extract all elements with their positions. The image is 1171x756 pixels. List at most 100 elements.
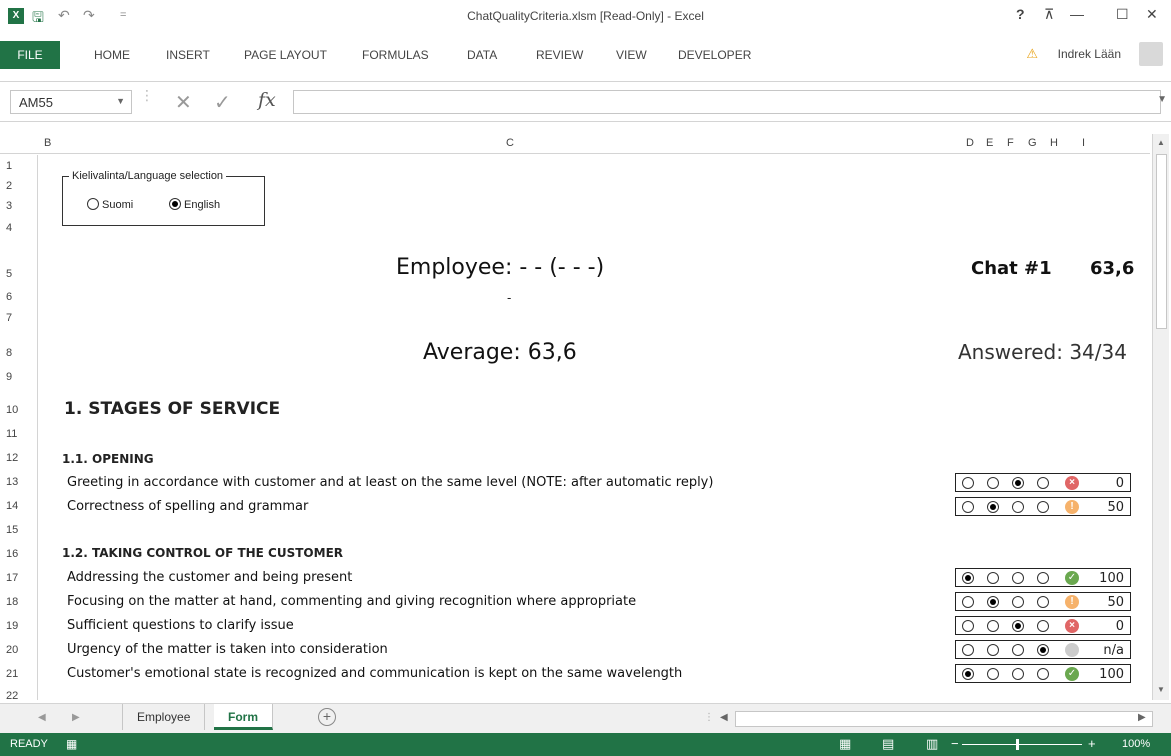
tab-review[interactable]: REVIEW bbox=[536, 48, 583, 62]
rating-radio[interactable] bbox=[1037, 501, 1049, 513]
rating-radio[interactable] bbox=[962, 501, 974, 513]
rating-radio[interactable] bbox=[1012, 501, 1024, 513]
row-number[interactable]: 2 bbox=[6, 180, 12, 192]
rating-radio[interactable] bbox=[1037, 477, 1049, 489]
scroll-tabs-right-icon[interactable]: ▶ bbox=[72, 712, 80, 723]
row-number[interactable]: 19 bbox=[6, 620, 18, 632]
rating-radio[interactable] bbox=[1037, 644, 1049, 656]
row-number[interactable]: 15 bbox=[6, 524, 18, 536]
zoom-in-icon[interactable]: + bbox=[1088, 736, 1096, 751]
row-number[interactable]: 10 bbox=[6, 404, 18, 416]
column-header-b[interactable]: B bbox=[44, 137, 51, 149]
rating-radio[interactable] bbox=[987, 501, 999, 513]
row-number[interactable]: 3 bbox=[6, 200, 12, 212]
tab-page-layout[interactable]: PAGE LAYOUT bbox=[244, 48, 327, 62]
normal-view-icon[interactable]: ▦ bbox=[839, 736, 851, 752]
rating-radio[interactable] bbox=[1037, 596, 1049, 608]
maximize-icon[interactable]: ☐ bbox=[1116, 6, 1129, 23]
row-number[interactable]: 14 bbox=[6, 500, 18, 512]
user-name[interactable]: Indrek Lään bbox=[1058, 47, 1121, 61]
tab-splitter-icon[interactable]: ⋮ bbox=[704, 712, 714, 723]
zoom-slider[interactable] bbox=[962, 744, 1082, 745]
rating-radio[interactable] bbox=[962, 572, 974, 584]
row-number[interactable]: 1 bbox=[6, 160, 12, 172]
rating-radio[interactable] bbox=[1012, 620, 1024, 632]
column-header-e[interactable]: E bbox=[986, 137, 993, 149]
tab-formulas[interactable]: FORMULAS bbox=[362, 48, 429, 62]
radio-english[interactable]: English bbox=[169, 198, 220, 211]
rating-radio[interactable] bbox=[987, 596, 999, 608]
rating-radio[interactable] bbox=[987, 477, 999, 489]
row-number[interactable]: 8 bbox=[6, 347, 12, 359]
scroll-up-icon[interactable]: ▲ bbox=[1157, 138, 1165, 147]
column-header-f[interactable]: F bbox=[1007, 137, 1014, 149]
rating-radio[interactable] bbox=[987, 668, 999, 680]
zoom-slider-thumb[interactable] bbox=[1016, 739, 1019, 750]
rating-radio[interactable] bbox=[1037, 572, 1049, 584]
chevron-down-icon[interactable]: ▼ bbox=[116, 96, 125, 106]
enter-icon[interactable]: ✓ bbox=[214, 90, 231, 115]
tab-view[interactable]: VIEW bbox=[616, 48, 647, 62]
rating-radio[interactable] bbox=[962, 596, 974, 608]
scroll-left-icon[interactable]: ◀ bbox=[720, 712, 728, 723]
column-header-g[interactable]: G bbox=[1028, 137, 1037, 149]
formula-input[interactable] bbox=[293, 90, 1161, 114]
tab-data[interactable]: DATA bbox=[467, 48, 497, 62]
row-number[interactable]: 18 bbox=[6, 596, 18, 608]
tab-insert[interactable]: INSERT bbox=[166, 48, 210, 62]
row-number[interactable]: 16 bbox=[6, 548, 18, 560]
rating-radio[interactable] bbox=[962, 644, 974, 656]
rating-radio[interactable] bbox=[987, 644, 999, 656]
radio-suomi[interactable]: Suomi bbox=[87, 198, 133, 211]
rating-radio[interactable] bbox=[1012, 644, 1024, 656]
help-icon[interactable]: ? bbox=[1016, 6, 1025, 22]
row-number[interactable]: 12 bbox=[6, 452, 18, 464]
ribbon-display-icon[interactable]: ⊼ bbox=[1044, 6, 1054, 23]
scrollbar-thumb[interactable] bbox=[1156, 154, 1167, 329]
minimize-icon[interactable]: — bbox=[1070, 6, 1084, 22]
row-number[interactable]: 7 bbox=[6, 312, 12, 324]
row-number[interactable]: 22 bbox=[6, 690, 18, 702]
rating-radio[interactable] bbox=[962, 620, 974, 632]
macro-recording-icon[interactable]: ▦ bbox=[66, 737, 77, 751]
horizontal-scrollbar[interactable] bbox=[735, 711, 1153, 727]
rating-radio[interactable] bbox=[987, 572, 999, 584]
tab-developer[interactable]: DEVELOPER bbox=[678, 48, 751, 62]
page-break-view-icon[interactable]: ▥ bbox=[926, 736, 938, 752]
zoom-out-icon[interactable]: − bbox=[951, 736, 959, 751]
avatar[interactable] bbox=[1139, 42, 1163, 66]
expand-formula-bar-icon[interactable]: ▼ bbox=[1157, 94, 1167, 105]
rating-radio[interactable] bbox=[1012, 477, 1024, 489]
vertical-scrollbar[interactable]: ▲ ▼ bbox=[1152, 134, 1169, 700]
rating-radio[interactable] bbox=[987, 620, 999, 632]
row-number[interactable]: 20 bbox=[6, 644, 18, 656]
tab-file[interactable]: FILE bbox=[0, 41, 60, 69]
row-number[interactable]: 11 bbox=[6, 428, 17, 440]
row-number[interactable]: 5 bbox=[6, 268, 12, 280]
column-header-d[interactable]: D bbox=[966, 137, 974, 149]
sheet-tab-employee[interactable]: Employee bbox=[122, 704, 206, 730]
sheet-tab-form[interactable]: Form bbox=[214, 704, 273, 730]
scroll-right-icon[interactable]: ▶ bbox=[1138, 712, 1146, 723]
rating-radio[interactable] bbox=[962, 668, 974, 680]
rating-radio[interactable] bbox=[1037, 620, 1049, 632]
scroll-tabs-left-icon[interactable]: ◀ bbox=[38, 712, 46, 723]
cancel-icon[interactable]: ✕ bbox=[175, 90, 192, 115]
column-header-i[interactable]: I bbox=[1082, 137, 1085, 149]
row-number[interactable]: 6 bbox=[6, 291, 12, 303]
row-number[interactable]: 9 bbox=[6, 371, 12, 383]
rating-radio[interactable] bbox=[962, 477, 974, 489]
rating-radio[interactable] bbox=[1037, 668, 1049, 680]
rating-radio[interactable] bbox=[1012, 572, 1024, 584]
scroll-down-icon[interactable]: ▼ bbox=[1157, 685, 1165, 694]
column-header-c[interactable]: C bbox=[506, 137, 514, 149]
name-box[interactable]: AM55 ▼ bbox=[10, 90, 132, 114]
row-number[interactable]: 13 bbox=[6, 476, 18, 488]
row-number[interactable]: 4 bbox=[6, 222, 12, 234]
column-header-h[interactable]: H bbox=[1050, 137, 1058, 149]
insert-function-icon[interactable]: fx bbox=[258, 89, 276, 111]
tab-home[interactable]: HOME bbox=[94, 48, 130, 62]
rating-radio[interactable] bbox=[1012, 668, 1024, 680]
add-sheet-icon[interactable]: + bbox=[318, 708, 336, 726]
row-number[interactable]: 17 bbox=[6, 572, 18, 584]
